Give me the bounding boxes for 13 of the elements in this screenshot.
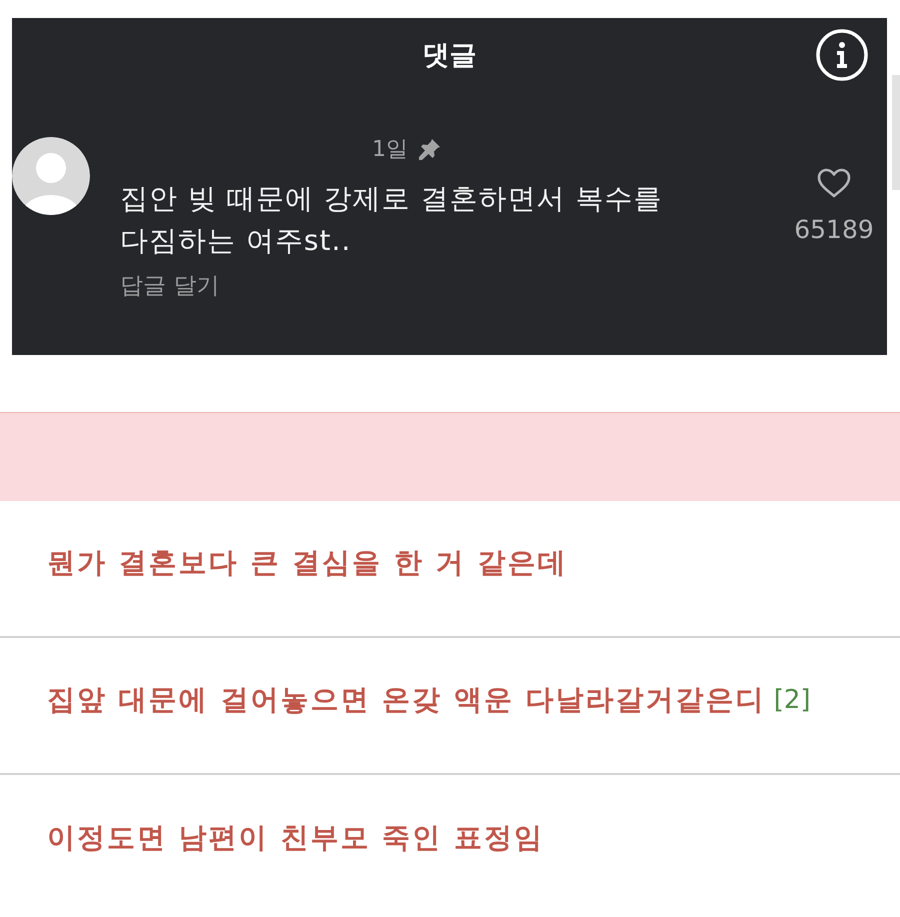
scrollbar-thumb[interactable] xyxy=(892,75,900,190)
post-link[interactable]: 이정도면 남편이 친부모 죽인 표정임 xyxy=(47,819,544,857)
avatar-icon xyxy=(12,137,90,215)
post-link[interactable]: 집앞 대문에 걸어놓으면 온갖 액운 다날라갈거같은디 xyxy=(47,680,766,718)
comment-time: 1일 xyxy=(372,136,408,164)
post-link[interactable]: 뭔가 결혼보다 큰 결심을 한 거 같은데 xyxy=(47,544,568,582)
info-icon[interactable] xyxy=(816,29,868,81)
panel-title: 댓글 xyxy=(422,39,476,73)
comment-text: 집안 빚 때문에 강제로 결혼하면서 복수를 다짐하는 여주st.. xyxy=(120,181,664,259)
heart-icon[interactable] xyxy=(817,168,851,198)
comment-count: [2] xyxy=(774,684,811,714)
like-count: 65189 xyxy=(794,215,874,244)
reply-link[interactable]: 답글 달기 xyxy=(120,270,220,302)
